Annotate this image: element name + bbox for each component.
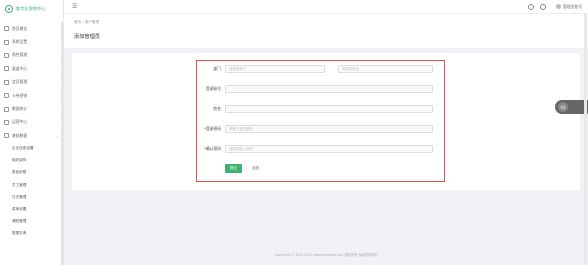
form-highlight-box — [196, 60, 445, 182]
footer-copyright: Copyright © 2015-2019 www.example.com 版权… — [274, 253, 378, 257]
main-scrollbar[interactable] — [584, 14, 587, 265]
side-float-badge: 64 — [558, 102, 568, 112]
